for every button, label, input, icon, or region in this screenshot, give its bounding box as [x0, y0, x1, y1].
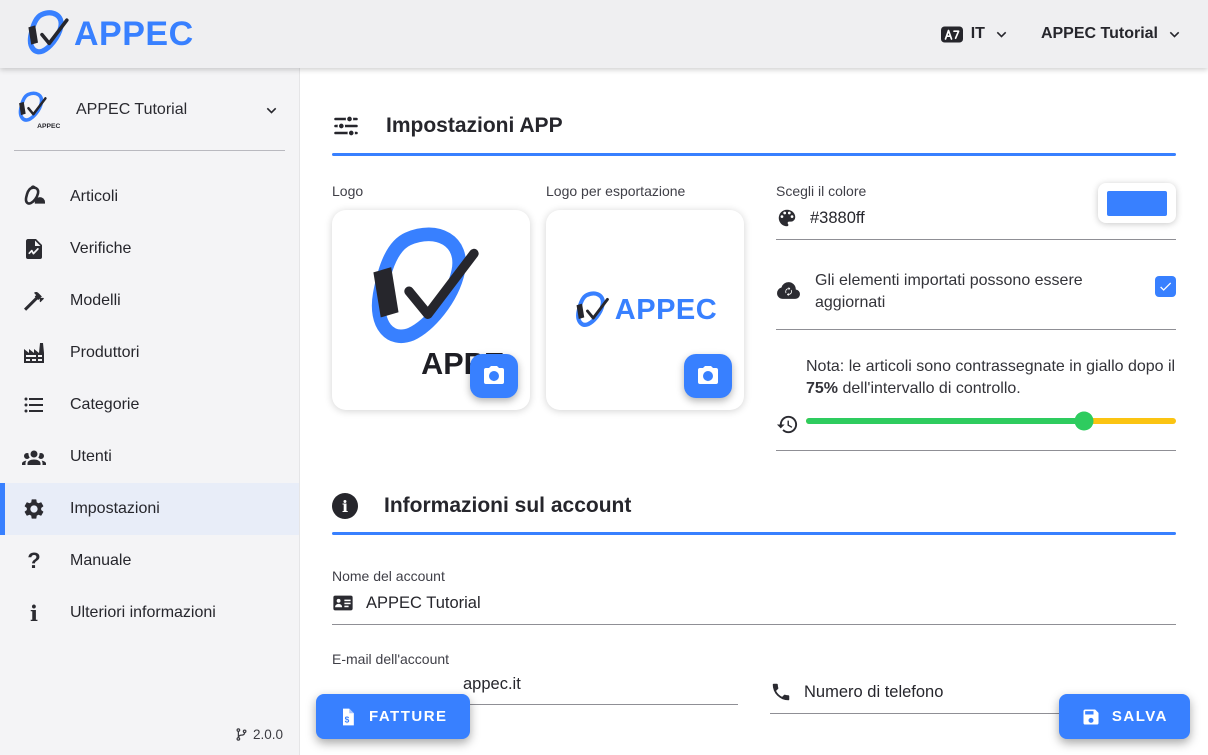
interval-note: Nota: le articoli sono contrassegnate in… — [806, 356, 1176, 400]
factory-icon — [22, 341, 46, 365]
section-header-account: i Informazioni sul account — [332, 493, 1176, 519]
section-rule — [332, 532, 1176, 535]
color-preview-card[interactable] — [1098, 183, 1176, 223]
logo-export-card: APPEC — [546, 210, 744, 410]
color-swatch — [1107, 191, 1167, 216]
sidebar-item-categorie[interactable]: Categorie — [0, 379, 299, 431]
sidebar-nav: Articoli Verifiche Modelli — [0, 171, 299, 639]
chevron-down-icon — [262, 101, 281, 120]
sidebar-item-manuale[interactable]: ? Manuale — [0, 535, 299, 587]
language-label: IT — [971, 25, 985, 43]
sidebar-item-utenti[interactable]: Utenti — [0, 431, 299, 483]
account-name-block: Nome del account APPEC Tutorial — [332, 568, 1176, 625]
info-circle-icon: i — [332, 493, 358, 519]
brand-name: APPEC — [74, 15, 194, 54]
import-setting-text: Gli elementi importati possono essere ag… — [815, 270, 1141, 314]
sidebar-item-label: Impostazioni — [70, 500, 160, 518]
page-title: Impostazioni APP — [386, 114, 563, 138]
app-header: APPEC IT APPEC Tutorial — [0, 0, 1208, 68]
account-section-title: Informazioni sul account — [384, 494, 631, 518]
logo-export-label: Logo per esportazione — [546, 183, 744, 199]
phone-icon — [770, 681, 792, 703]
upload-logo-button[interactable] — [470, 354, 518, 398]
climbing-gear-icon — [22, 185, 46, 209]
upload-export-logo-button[interactable] — [684, 354, 732, 398]
account-menu-label: APPEC Tutorial — [1041, 25, 1158, 43]
sidebar-item-label: Ulteriori informazioni — [70, 604, 216, 622]
color-field-block: Scegli il colore #3880ff — [776, 183, 1176, 240]
import-checkbox[interactable] — [1155, 276, 1176, 297]
logo-card: APPEC — [332, 210, 530, 410]
app-version: 2.0.0 — [234, 727, 283, 742]
sidebar-item-label: Categorie — [70, 396, 139, 414]
language-selector[interactable]: IT — [940, 24, 1011, 45]
svg-text:APPEC: APPEC — [37, 123, 60, 130]
sidebar-account-label: APPEC Tutorial — [76, 101, 246, 119]
account-name-value: APPEC Tutorial — [366, 594, 481, 613]
hammer-icon — [22, 289, 46, 313]
color-value: #3880ff — [810, 209, 865, 228]
sidebar-item-label: Produttori — [70, 344, 139, 362]
gear-icon — [22, 497, 46, 521]
document-check-icon — [22, 237, 46, 261]
info-icon: i — [22, 601, 46, 625]
users-icon — [22, 445, 46, 469]
chevron-down-icon — [992, 25, 1011, 44]
fatture-button[interactable]: $ FATTURE — [316, 694, 470, 739]
sidebar-item-ulteriori-informazioni[interactable]: i Ulteriori informazioni — [0, 587, 299, 639]
sidebar-item-produttori[interactable]: Produttori — [0, 327, 299, 379]
logo-block: Logo APPEC — [332, 183, 530, 451]
section-rule — [332, 153, 1176, 156]
sidebar: APPEC APPEC Tutorial Articoli — [0, 68, 300, 755]
version-number: 2.0.0 — [253, 727, 283, 742]
carabiner-logo-icon: APPEC — [16, 90, 60, 130]
palette-icon — [776, 207, 798, 229]
section-header-app: Impostazioni APP — [332, 112, 1176, 140]
camera-sync-icon — [482, 364, 506, 388]
svg-text:$: $ — [345, 714, 351, 724]
slider-fill — [806, 418, 1084, 424]
sidebar-item-label: Verifiche — [70, 240, 131, 258]
sidebar-item-impostazioni[interactable]: Impostazioni — [0, 483, 299, 535]
account-name-field[interactable]: APPEC Tutorial — [332, 592, 1176, 625]
settings-page: Impostazioni APP Logo APPEC — [300, 68, 1208, 755]
sidebar-item-label: Modelli — [70, 292, 121, 310]
sidebar-item-articoli[interactable]: Articoli — [0, 171, 299, 223]
sidebar-divider — [14, 150, 285, 151]
logo-export-block: Logo per esportazione APPEC — [546, 183, 744, 451]
list-icon — [22, 393, 46, 417]
sidebar-account-selector[interactable]: APPEC APPEC Tutorial — [0, 68, 299, 130]
camera-sync-icon — [696, 364, 720, 388]
sidebar-item-label: Utenti — [70, 448, 112, 466]
account-name-label: Nome del account — [332, 568, 1176, 584]
sidebar-item-modelli[interactable]: Modelli — [0, 275, 299, 327]
sidebar-item-verifiche[interactable]: Verifiche — [0, 223, 299, 275]
logo-label: Logo — [332, 183, 530, 199]
sidebar-item-label: Manuale — [70, 552, 131, 570]
interval-slider[interactable] — [806, 412, 1176, 430]
account-email-value: appec.it — [332, 675, 521, 694]
cloud-sync-icon — [776, 278, 801, 303]
save-icon — [1081, 707, 1101, 727]
invoice-icon: $ — [338, 707, 358, 727]
check-icon — [1158, 279, 1173, 294]
account-menu[interactable]: APPEC Tutorial — [1041, 25, 1184, 44]
phone-placeholder: Numero di telefono — [804, 683, 943, 702]
question-icon: ? — [22, 549, 46, 573]
translate-icon — [940, 24, 964, 45]
carabiner-logo-icon — [24, 9, 70, 59]
id-card-icon — [332, 592, 354, 614]
git-branch-icon — [234, 727, 249, 742]
history-icon — [776, 413, 799, 436]
slider-thumb[interactable] — [1074, 412, 1093, 431]
interval-percent: 75% — [806, 380, 838, 397]
salva-button[interactable]: SALVA — [1059, 694, 1190, 739]
app-logo[interactable]: APPEC — [24, 9, 194, 59]
sidebar-item-label: Articoli — [70, 188, 118, 206]
account-email-label: E-mail dell'account — [332, 651, 738, 667]
chevron-down-icon — [1165, 25, 1184, 44]
interval-setting-row: Nota: le articoli sono contrassegnate in… — [776, 356, 1176, 451]
sliders-icon — [332, 112, 360, 140]
import-setting-row: Gli elementi importati possono essere ag… — [776, 270, 1176, 330]
